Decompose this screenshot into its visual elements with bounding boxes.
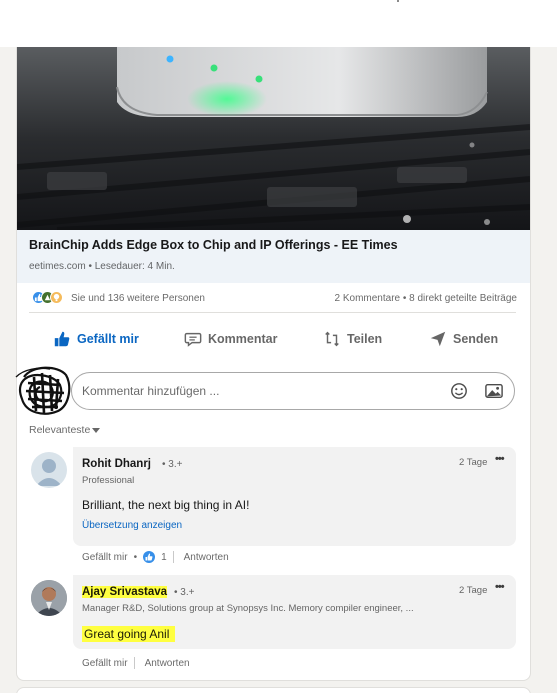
share-button[interactable]: Teilen [323, 321, 382, 357]
commenter-name[interactable]: Rohit Dhanrj [82, 458, 151, 470]
article-title[interactable]: BrainChip Adds Edge Box to Chip and IP O… [29, 238, 398, 252]
user-avatar[interactable] [14, 363, 74, 415]
separator [172, 551, 174, 563]
image-icon[interactable] [484, 382, 504, 400]
send-icon [430, 331, 446, 347]
top-bar [0, 0, 557, 47]
send-label: Senden [453, 332, 499, 346]
more-options-icon[interactable]: ••• [495, 453, 505, 465]
comment-placeholder: Kommentar hinzufügen ... [82, 384, 220, 398]
share-label: Teilen [347, 332, 383, 346]
commenter-headline: Professional [82, 475, 135, 486]
comment-input[interactable]: Kommentar hinzufügen ... [71, 372, 515, 410]
comment-time: 2 Tage [459, 585, 488, 596]
comment-text: Great going Anil [82, 626, 176, 642]
next-post-card [16, 687, 531, 693]
like-label: Gefällt mir [77, 332, 139, 346]
emoji-icon[interactable] [450, 382, 468, 400]
article-image[interactable] [17, 47, 530, 230]
comment-actions: Gefällt mir • 1 Antworten [82, 550, 229, 564]
like-count[interactable]: 1 [161, 552, 167, 563]
repost-icon [325, 331, 339, 347]
comment-icon [184, 332, 202, 347]
dot-separator: • [133, 551, 138, 563]
comment-time: 2 Tage [459, 457, 488, 468]
send-button[interactable]: Senden [429, 321, 498, 357]
social-actions-bar: Gefällt mir Kommentar Teilen Senden [29, 321, 516, 357]
sort-dropdown[interactable]: Relevanteste [29, 424, 101, 436]
comment-like-button[interactable]: Gefällt mir [82, 552, 128, 563]
commenter-name[interactable]: Ajay Srivastava [82, 586, 168, 598]
connection-degree: • 3.+ [162, 459, 183, 470]
more-options-icon[interactable]: ••• [495, 581, 505, 593]
comment-button[interactable]: Kommentar [184, 321, 277, 357]
comments-shares-count[interactable]: 2 Kommentare • 8 direkt geteilte Beiträg… [335, 293, 518, 304]
insightful-reaction-icon [50, 291, 63, 304]
comment-like-button[interactable]: Gefällt mir [82, 658, 128, 669]
like-count-icon [143, 551, 156, 563]
reply-button[interactable]: Antworten [184, 552, 229, 563]
divider [29, 312, 516, 313]
social-counts: Sie und 136 weitere Personen 2 Kommentar… [32, 291, 517, 307]
comment-label: Kommentar [208, 332, 278, 346]
commenter-avatar[interactable] [31, 452, 67, 488]
caret-down-icon [92, 428, 101, 433]
separator [133, 657, 135, 669]
connection-degree: • 3.+ [174, 587, 195, 598]
like-button[interactable]: Gefällt mir [53, 321, 139, 357]
comment-actions: Gefällt mir Antworten [82, 656, 190, 670]
reaction-icons[interactable] [32, 291, 68, 305]
translate-link[interactable]: Übersetzung anzeigen [82, 520, 182, 531]
article-source: eetimes.com • Lesedauer: 4 Min. [29, 261, 175, 272]
reply-button[interactable]: Antworten [145, 658, 190, 669]
commenter-avatar[interactable] [31, 580, 67, 616]
commenter-headline: Manager R&D, Solutions group at Synopsys… [82, 603, 414, 614]
reaction-count-text[interactable]: Sie und 136 weitere Personen [71, 293, 205, 304]
comment-text: Brilliant, the next big thing in AI! [82, 498, 250, 512]
top-dot [397, 0, 399, 2]
post-card: BrainChip Adds Edge Box to Chip and IP O… [14, 47, 531, 681]
sort-label: Relevanteste [29, 424, 91, 436]
thumbs-up-icon [54, 331, 70, 347]
